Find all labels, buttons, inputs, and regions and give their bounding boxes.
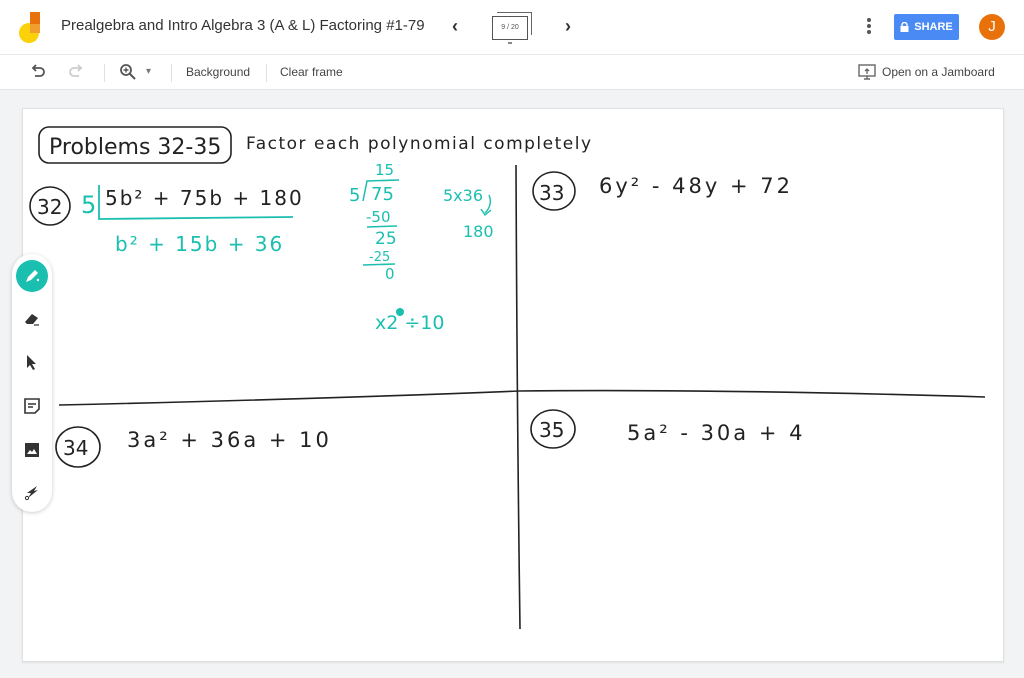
problem-32-number: 32 [37, 195, 62, 219]
document-title[interactable]: Prealgebra and Intro Algebra 3 (A & L) F… [61, 17, 425, 34]
frame-counter: 9 / 20 [492, 16, 528, 40]
scratch-line-1 [366, 225, 398, 228]
tool-palette [12, 254, 52, 512]
eraser-icon [25, 314, 39, 326]
undo-button[interactable] [28, 62, 48, 82]
zoom-in-icon [120, 64, 136, 80]
lock-icon [900, 22, 909, 32]
user-avatar[interactable]: J [979, 14, 1005, 40]
eraser-tool-button[interactable] [16, 302, 48, 334]
problem-32-factor: 5 [81, 191, 96, 219]
cursor-icon [27, 355, 36, 370]
laser-icon [24, 486, 38, 501]
scratch-quotient: 15 [375, 161, 394, 179]
scratch-remainder2: 0 [385, 265, 395, 283]
background-button[interactable]: Background [186, 65, 250, 79]
image-icon [25, 443, 39, 457]
whiteboard-canvas[interactable]: Problems 32-35 Factor each polynomial co… [22, 108, 1004, 662]
scratch-multiply-result: 180 [463, 222, 494, 241]
image-tool-button[interactable] [16, 434, 48, 466]
scratch-note: x2 ÷10 [375, 312, 444, 334]
pen-icon [26, 270, 40, 282]
problem-35-number: 35 [539, 418, 564, 442]
problem-32-quotient: b² + 15b + 36 [115, 232, 284, 256]
laser-tool-button[interactable] [16, 476, 48, 508]
share-label: SHARE [914, 21, 953, 33]
zoom-button[interactable] [118, 62, 138, 82]
ink-layer: Problems 32-35 Factor each polynomial co… [29, 126, 986, 630]
scratch-step1: -50 [366, 208, 391, 226]
scratch-dividend: 75 [371, 184, 394, 205]
zoom-dropdown[interactable]: ▾ [146, 62, 166, 82]
open-on-jamboard-label: Open on a Jamboard [882, 65, 995, 79]
sticky-note-icon [24, 398, 40, 414]
vertical-divider-line [515, 164, 521, 630]
instruction-text: Factor each polynomial completely [246, 134, 593, 154]
frame-dropdown-indicator [508, 42, 512, 44]
previous-frame-button[interactable]: ‹ [445, 14, 465, 38]
sticky-note-tool-button[interactable] [16, 390, 48, 422]
horizontal-divider-line [58, 389, 986, 406]
problem-32-expression: 5b² + 75b + 180 [105, 186, 304, 210]
present-screen-icon [858, 64, 876, 80]
redo-button[interactable] [66, 62, 86, 82]
toolbar: ▾ Background Clear frame Open on a Jambo… [0, 55, 1024, 90]
problem-33-number: 33 [539, 181, 564, 205]
scratch-multiply-note: 5x36 [443, 186, 483, 205]
header-box-text: Problems 32-35 [49, 135, 221, 160]
share-button[interactable]: SHARE [894, 14, 959, 40]
problem-34-expression: 3a² + 36a + 10 [127, 428, 332, 452]
problem-35-expression: 5a² - 30a + 4 [627, 421, 805, 445]
pen-tool-button[interactable] [16, 260, 48, 292]
scratch-step2: -25 [369, 250, 390, 265]
more-options-button[interactable] [862, 16, 876, 38]
chevron-right-icon: › [565, 16, 571, 36]
scratch-divisor: 5 [349, 185, 360, 206]
pen-cursor-dot [396, 308, 404, 316]
clear-frame-button[interactable]: Clear frame [280, 65, 343, 79]
select-tool-button[interactable] [16, 346, 48, 378]
undo-icon [31, 64, 45, 77]
redo-icon [69, 64, 83, 77]
problem-34-number: 34 [63, 436, 88, 460]
problem-33-expression: 6y² - 48y + 72 [599, 174, 793, 198]
app-header: Prealgebra and Intro Algebra 3 (A & L) F… [0, 0, 1024, 55]
dropdown-icon: ▾ [146, 66, 152, 77]
jamboard-logo-icon [18, 10, 44, 44]
chevron-left-icon: ‹ [452, 16, 458, 36]
open-on-jamboard-button[interactable]: Open on a Jamboard [858, 63, 995, 81]
scratch-remainder1: 25 [375, 229, 397, 249]
next-frame-button[interactable]: › [558, 14, 578, 38]
frame-indicator-button[interactable]: 9 / 20 [490, 12, 534, 44]
